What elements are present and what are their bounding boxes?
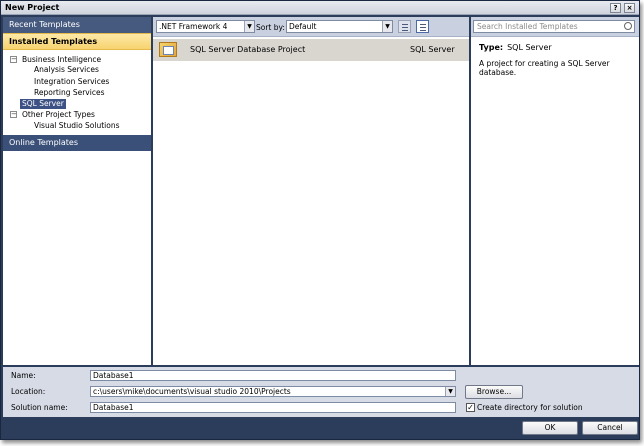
framework-select-value: .NET Framework 4 xyxy=(159,22,228,31)
collapse-icon[interactable]: − xyxy=(10,56,17,63)
dialog-title: New Project xyxy=(5,3,60,12)
recent-templates-header[interactable]: Recent Templates xyxy=(3,17,151,33)
help-button[interactable]: ? xyxy=(610,3,621,13)
framework-select[interactable]: .NET Framework 4 ▼ xyxy=(156,20,255,33)
search-input[interactable]: Search Installed Templates xyxy=(473,20,635,33)
medium-icons-view-button[interactable] xyxy=(416,20,429,33)
dialog-footer: OK Cancel xyxy=(3,417,639,439)
location-label: Location: xyxy=(11,387,46,396)
tree-item-visual-studio-solutions[interactable]: Visual Studio Solutions xyxy=(34,121,120,131)
tree-item-other-project-types[interactable]: Other Project Types xyxy=(22,110,95,120)
template-item-sql-server-database-project[interactable]: SQL Server Database Project SQL Server xyxy=(153,39,469,61)
create-directory-label: Create directory for solution xyxy=(477,403,583,412)
type-value: SQL Server xyxy=(507,43,552,52)
search-placeholder: Search Installed Templates xyxy=(477,22,578,31)
template-list-panel: .NET Framework 4 ▼ Sort by: Default ▼ SQ… xyxy=(153,17,469,365)
project-form: Name: Database1 Location: c:\users\mike\… xyxy=(3,367,639,417)
database-project-icon xyxy=(159,42,177,57)
sort-by-label: Sort by: xyxy=(256,23,285,32)
template-sidebar: Recent Templates Installed Templates − B… xyxy=(3,17,151,365)
tree-item-analysis-services[interactable]: Analysis Services xyxy=(34,65,99,75)
close-button[interactable]: × xyxy=(624,3,635,13)
tree-item-reporting-services[interactable]: Reporting Services xyxy=(34,88,104,98)
search-icon xyxy=(624,22,632,30)
chevron-down-icon: ▼ xyxy=(382,21,392,32)
chevron-down-icon: ▼ xyxy=(445,387,455,396)
details-toolbar: Search Installed Templates xyxy=(471,17,639,37)
location-value: c:\users\mike\documents\visual studio 20… xyxy=(93,387,291,396)
create-directory-checkbox[interactable]: ✓ xyxy=(466,403,475,412)
template-name: SQL Server Database Project xyxy=(190,45,306,54)
tree-item-business-intelligence[interactable]: Business Intelligence xyxy=(22,55,101,65)
online-templates-header[interactable]: Online Templates xyxy=(3,135,151,151)
solution-name-label: Solution name: xyxy=(11,403,68,412)
type-label: Type: xyxy=(479,43,504,52)
name-field[interactable]: Database1 xyxy=(90,370,456,381)
name-label: Name: xyxy=(11,371,36,380)
new-project-dialog: New Project ? × Recent Templates Install… xyxy=(0,0,640,440)
installed-templates-header[interactable]: Installed Templates xyxy=(3,33,151,50)
ok-button[interactable]: OK xyxy=(522,421,578,435)
sort-select[interactable]: Default ▼ xyxy=(286,20,393,33)
template-type-line: Type: SQL Server xyxy=(479,43,552,52)
sort-select-value: Default xyxy=(289,22,317,31)
template-details-panel: Search Installed Templates Type: SQL Serv… xyxy=(471,17,639,365)
tree-item-sql-server[interactable]: SQL Server xyxy=(20,99,66,109)
solution-name-field[interactable]: Database1 xyxy=(90,402,456,413)
location-dropdown[interactable]: ▼ xyxy=(445,387,455,396)
location-field[interactable]: c:\users\mike\documents\visual studio 20… xyxy=(90,386,456,397)
template-description: A project for creating a SQL Server data… xyxy=(479,59,610,77)
collapse-icon[interactable]: − xyxy=(10,111,17,118)
cancel-button[interactable]: Cancel xyxy=(582,421,638,435)
small-icons-view-button[interactable] xyxy=(398,20,411,33)
browse-button[interactable]: Browse... xyxy=(465,385,523,399)
chevron-down-icon: ▼ xyxy=(244,21,254,32)
template-toolbar: .NET Framework 4 ▼ Sort by: Default ▼ xyxy=(153,17,469,37)
tree-item-integration-services[interactable]: Integration Services xyxy=(34,77,109,87)
title-bar: New Project ? × xyxy=(1,1,639,15)
template-type: SQL Server xyxy=(410,45,455,54)
